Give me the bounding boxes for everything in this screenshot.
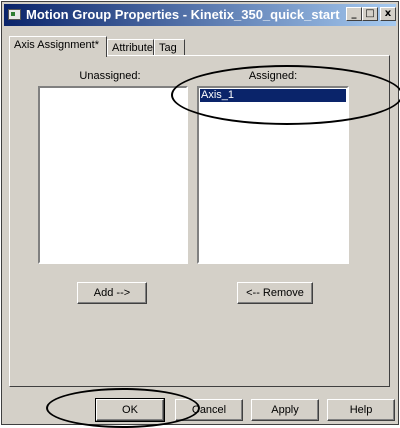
window-title: Motion Group Properties - Kinetix_350_qu… xyxy=(26,7,340,22)
unassigned-label: Unassigned: xyxy=(79,70,141,82)
assigned-item-axis-1[interactable]: Axis_1 xyxy=(200,89,346,102)
tab-tag-label: Tag xyxy=(159,42,177,54)
help-button[interactable]: Help xyxy=(327,399,395,421)
motion-group-properties-dialog: Motion Group Properties - Kinetix_350_qu… xyxy=(1,1,399,425)
add-button[interactable]: Add --> xyxy=(77,282,147,304)
ok-button[interactable]: OK xyxy=(95,398,165,422)
minimize-button[interactable]: _ xyxy=(346,7,362,21)
tab-axis-assignment[interactable]: Axis Assignment* xyxy=(9,36,107,57)
close-button[interactable]: x xyxy=(380,7,396,21)
tab-axis-assignment-label: Axis Assignment* xyxy=(14,39,99,51)
unassigned-listbox[interactable] xyxy=(38,86,188,264)
axis-assignment-panel: Unassigned: Assigned: Axis_1 Add --> <--… xyxy=(9,55,390,387)
assigned-listbox[interactable]: Axis_1 xyxy=(197,86,349,264)
remove-button[interactable]: <-- Remove xyxy=(237,282,313,304)
cancel-button[interactable]: Cancel xyxy=(175,399,243,421)
tab-attribute-label: Attribute xyxy=(112,42,153,54)
window-app-icon xyxy=(8,9,21,20)
title-bar[interactable]: Motion Group Properties - Kinetix_350_qu… xyxy=(4,4,396,26)
apply-button[interactable]: Apply xyxy=(251,399,319,421)
maximize-button[interactable]: □ xyxy=(362,7,378,21)
assigned-label: Assigned: xyxy=(248,70,298,82)
